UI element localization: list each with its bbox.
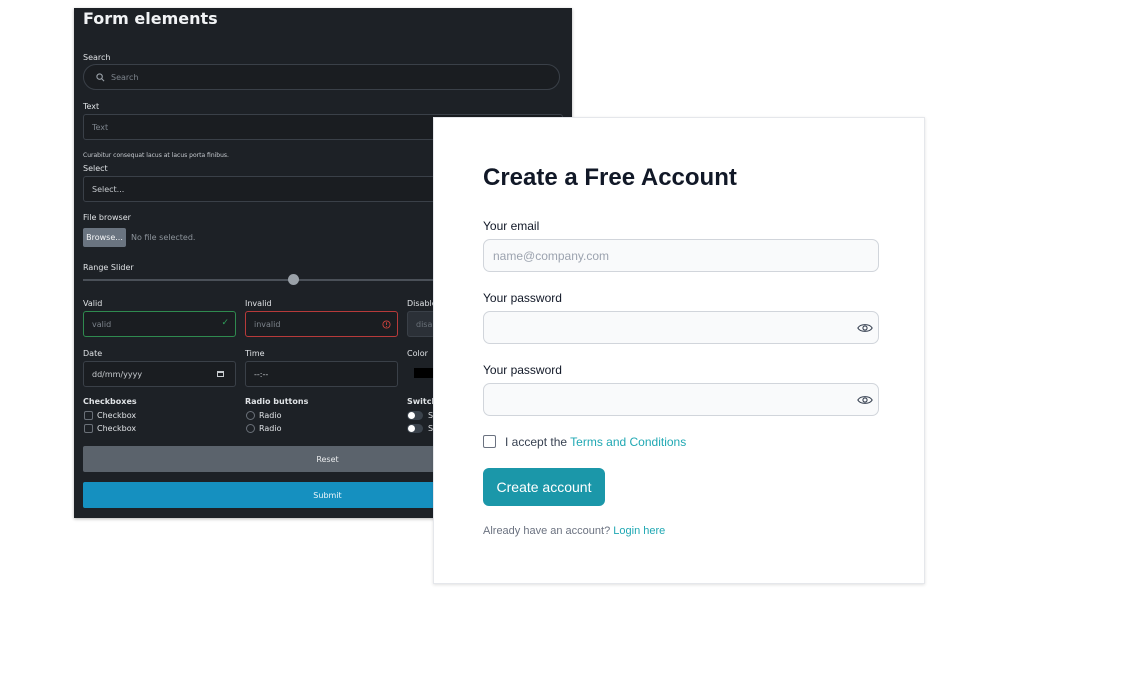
login-link[interactable]: Login here bbox=[613, 525, 665, 537]
radio-2-label: Radio bbox=[259, 424, 282, 433]
password-field[interactable] bbox=[483, 311, 879, 344]
terms-link[interactable]: Terms and Conditions bbox=[570, 435, 686, 449]
select-label: Select bbox=[83, 164, 108, 173]
error-icon bbox=[382, 320, 391, 329]
time-input[interactable]: --:-- bbox=[245, 361, 398, 387]
confirm-password-label: Your password bbox=[483, 363, 562, 377]
login-prompt: Already have an account? Login here bbox=[483, 525, 665, 537]
file-label: File browser bbox=[83, 213, 131, 222]
checkbox-2[interactable] bbox=[84, 424, 93, 433]
eye-icon[interactable] bbox=[856, 391, 874, 409]
valid-value: valid bbox=[92, 319, 112, 329]
date-input[interactable]: dd/mm/yyyy bbox=[83, 361, 236, 387]
checkbox-1-label: Checkbox bbox=[97, 411, 137, 420]
search-icon bbox=[96, 72, 105, 81]
text-label: Text bbox=[83, 102, 100, 111]
date-label: Date bbox=[83, 349, 103, 358]
select-value: Select... bbox=[92, 184, 125, 194]
radio-1[interactable] bbox=[246, 411, 255, 420]
date-value: dd/mm/yyyy bbox=[92, 369, 143, 379]
text-placeholder: Text bbox=[92, 122, 109, 132]
radio-2[interactable] bbox=[246, 424, 255, 433]
switch-1[interactable] bbox=[407, 411, 423, 420]
email-placeholder: name@company.com bbox=[493, 248, 610, 263]
browse-button[interactable]: Browse... bbox=[83, 228, 126, 247]
radios-label: Radio buttons bbox=[245, 397, 309, 406]
color-label: Color bbox=[407, 349, 428, 358]
check-icon: ✓ bbox=[221, 318, 229, 328]
create-account-button[interactable]: Create account bbox=[483, 468, 605, 506]
email-field[interactable]: name@company.com bbox=[483, 239, 879, 272]
disabled-value: disa bbox=[416, 319, 433, 329]
signup-card: Create a Free Account Your email name@co… bbox=[433, 117, 925, 584]
search-label: Search bbox=[83, 53, 111, 62]
terms-prefix: I accept the bbox=[505, 435, 571, 449]
terms-checkbox[interactable] bbox=[483, 435, 496, 448]
valid-label: Valid bbox=[83, 299, 103, 308]
invalid-label: Invalid bbox=[245, 299, 272, 308]
checkboxes-label: Checkboxes bbox=[83, 397, 137, 406]
signup-heading: Create a Free Account bbox=[483, 164, 737, 191]
confirm-password-field[interactable] bbox=[483, 383, 879, 416]
search-placeholder: Search bbox=[111, 72, 139, 82]
invalid-input[interactable]: invalid bbox=[245, 311, 398, 337]
panel-title: Form elements bbox=[83, 9, 218, 28]
checkbox-1[interactable] bbox=[84, 411, 93, 420]
calendar-icon bbox=[217, 371, 224, 377]
password-label: Your password bbox=[483, 291, 562, 305]
terms-text: I accept the Terms and Conditions bbox=[505, 435, 686, 449]
time-value: --:-- bbox=[254, 369, 269, 379]
radio-1-label: Radio bbox=[259, 411, 282, 420]
eye-icon[interactable] bbox=[856, 319, 874, 337]
switch-2[interactable] bbox=[407, 424, 423, 433]
time-label: Time bbox=[245, 349, 265, 358]
text-help: Curabitur consequat lacus at lacus porta… bbox=[83, 152, 229, 159]
search-input[interactable]: Search bbox=[83, 64, 560, 90]
range-thumb[interactable] bbox=[288, 274, 299, 285]
checkbox-2-label: Checkbox bbox=[97, 424, 137, 433]
email-label: Your email bbox=[483, 219, 540, 233]
login-prefix: Already have an account? bbox=[483, 525, 614, 537]
valid-input[interactable]: valid ✓ bbox=[83, 311, 236, 337]
range-label: Range Slider bbox=[83, 263, 134, 272]
color-picker[interactable] bbox=[414, 368, 434, 378]
file-status: No file selected. bbox=[131, 233, 196, 242]
invalid-value: invalid bbox=[254, 319, 281, 329]
